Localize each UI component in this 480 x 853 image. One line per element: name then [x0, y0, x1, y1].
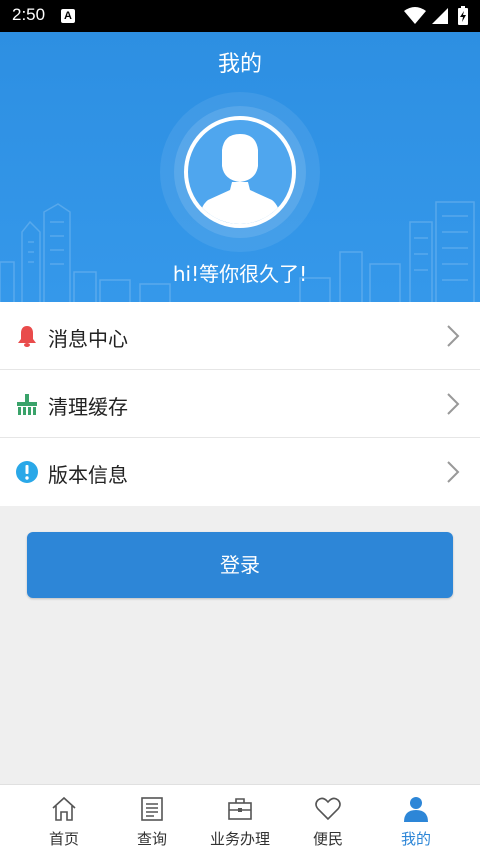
greeting-text: hi!等你很久了!	[172, 262, 308, 286]
nav-label: 便民	[312, 830, 343, 848]
avatar[interactable]	[184, 116, 296, 228]
nav-label: 首页	[48, 830, 79, 848]
heart-icon	[315, 797, 341, 821]
person-icon	[404, 797, 428, 822]
info-icon	[16, 461, 38, 483]
briefcase-icon	[228, 798, 252, 820]
nav-tab-query[interactable]: 查询	[104, 785, 200, 853]
status-bar: 2:50 A	[0, 0, 480, 32]
menu-item-version-info[interactable]: 版本信息	[0, 438, 480, 506]
menu-item-label: 清理缓存	[48, 395, 128, 419]
notification-badge-text: A	[64, 10, 72, 22]
signal-icon	[432, 8, 448, 24]
nav-tab-convenience[interactable]: 便民	[280, 785, 376, 853]
home-icon	[52, 796, 76, 821]
bottom-navigation: 首页 查询 业务办理 便民 我的	[0, 784, 480, 853]
document-icon	[141, 797, 163, 821]
nav-label: 查询	[136, 830, 167, 848]
wifi-icon	[404, 7, 426, 24]
nav-tab-mine[interactable]: 我的	[368, 785, 464, 853]
profile-header: 我的 hi!等你很久了!	[0, 32, 480, 302]
page-title: 我的	[217, 52, 262, 77]
chevron-right-icon	[447, 325, 460, 347]
person-silhouette-icon	[198, 134, 282, 224]
broom-icon	[17, 394, 37, 415]
bell-icon	[18, 326, 36, 347]
battery-icon	[458, 6, 468, 25]
nav-label: 我的	[400, 830, 431, 848]
settings-menu: 消息中心 清理缓存 版本信息	[0, 302, 480, 506]
status-icons	[404, 6, 468, 25]
nav-label: 业务办理	[209, 830, 270, 848]
nav-tab-business[interactable]: 业务办理	[192, 785, 288, 853]
menu-item-label: 消息中心	[48, 327, 128, 351]
chevron-right-icon	[447, 393, 460, 415]
status-time: 2:50	[12, 5, 46, 24]
chevron-right-icon	[447, 461, 460, 483]
nav-tab-home[interactable]: 首页	[16, 785, 112, 853]
login-button[interactable]: 登录	[27, 532, 453, 598]
notification-icon: A	[61, 9, 75, 23]
menu-item-label: 版本信息	[48, 463, 128, 487]
menu-item-messages[interactable]: 消息中心	[0, 302, 480, 370]
menu-item-clear-cache[interactable]: 清理缓存	[0, 370, 480, 438]
